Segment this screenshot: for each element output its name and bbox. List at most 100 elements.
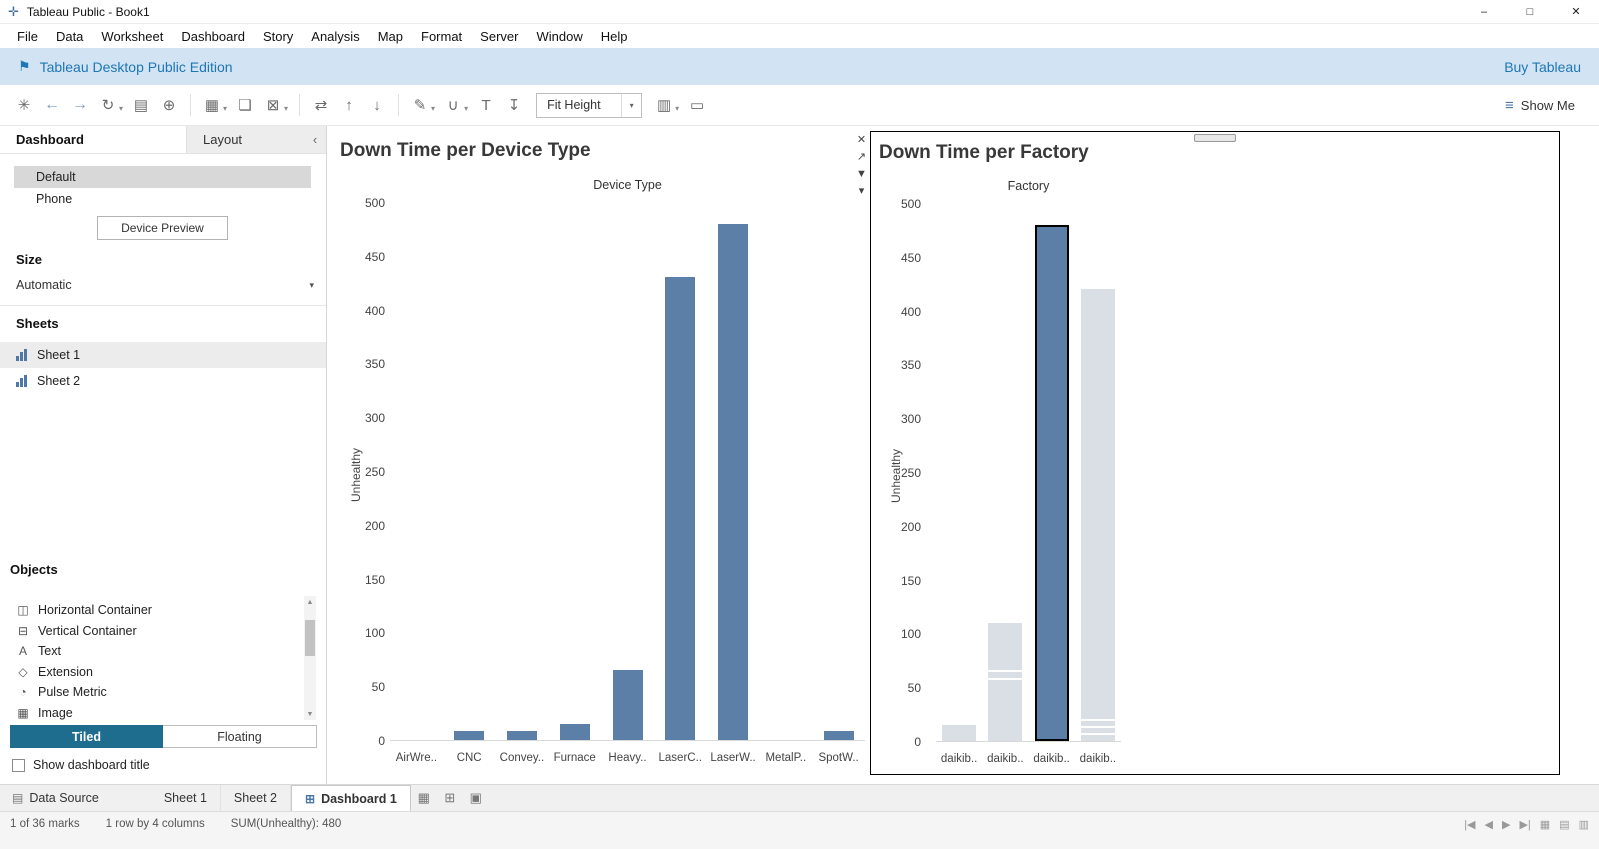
- data-source-tab[interactable]: ▤ Data Source: [0, 785, 111, 811]
- show-me-button[interactable]: ≡ Show Me: [1505, 97, 1575, 114]
- replay-icon[interactable]: ↻: [96, 92, 120, 118]
- redo-icon[interactable]: →: [68, 92, 92, 118]
- maximize-button[interactable]: □: [1507, 0, 1553, 24]
- new-dashboard-button[interactable]: ⊞: [437, 785, 463, 811]
- show-tabs-icon[interactable]: ▦: [1540, 818, 1550, 831]
- scroll-down-icon[interactable]: ▼: [304, 708, 316, 720]
- device-type-sheet-view[interactable]: Down Time per Device Type Device Type Un…: [327, 126, 867, 784]
- tab-dashboard-pane[interactable]: Dashboard: [0, 126, 186, 153]
- bar-0-daikib[interactable]: [942, 724, 977, 741]
- menu-dashboard[interactable]: Dashboard: [172, 24, 254, 48]
- device-mode-default[interactable]: Default: [14, 166, 311, 188]
- tab-layout-pane[interactable]: Layout: [186, 126, 304, 153]
- drag-handle-icon[interactable]: [1194, 134, 1236, 142]
- bar-2-daikib[interactable]: [1034, 224, 1069, 741]
- close-button[interactable]: ✕: [1553, 0, 1599, 24]
- menu-window[interactable]: Window: [527, 24, 591, 48]
- menu-help[interactable]: Help: [592, 24, 637, 48]
- fit-caret-icon[interactable]: ▾: [621, 93, 641, 117]
- menu-server[interactable]: Server: [471, 24, 527, 48]
- group-members-icon[interactable]: ∪: [441, 92, 465, 118]
- replay-caret-icon[interactable]: ▾: [119, 104, 123, 113]
- new-data-source-icon[interactable]: ⊕: [157, 92, 181, 118]
- show-cards-icon[interactable]: ▥: [652, 92, 676, 118]
- plot-area[interactable]: daikib.. daikib.. daikib.. daikib..: [936, 204, 1121, 765]
- buy-tableau-link[interactable]: Buy Tableau: [1504, 59, 1581, 75]
- object-horizontal-container[interactable]: ◫ Horizontal Container: [10, 600, 316, 621]
- object-vertical-container[interactable]: ⊟ Vertical Container: [10, 621, 316, 642]
- rows-columns-count: 1 row by 4 columns: [105, 818, 205, 830]
- clear-sheet-icon[interactable]: ⊠: [261, 92, 285, 118]
- previous-sheet-icon[interactable]: ◀: [1485, 818, 1493, 831]
- highlight-icon[interactable]: ✎: [408, 92, 432, 118]
- objects-scrollbar[interactable]: ▲ ▼: [304, 596, 316, 720]
- presentation-mode-icon[interactable]: ▭: [685, 92, 709, 118]
- tab-dashboard-1[interactable]: ⊞ Dashboard 1: [291, 785, 411, 811]
- collapse-pane-icon[interactable]: ‹: [304, 126, 326, 153]
- factory-sheet-view[interactable]: Down Time per Factory Factory Unhealthy …: [870, 131, 1560, 775]
- bar-6-laserw[interactable]: [718, 223, 749, 740]
- new-worksheet-caret-icon[interactable]: ▾: [223, 104, 227, 113]
- bar-2-convey[interactable]: [506, 731, 537, 740]
- go-to-sheet-icon[interactable]: ↗: [857, 151, 866, 163]
- size-dropdown[interactable]: Automatic ▾: [16, 274, 314, 296]
- show-cards-caret-icon[interactable]: ▾: [675, 104, 679, 113]
- object-text[interactable]: A Text: [10, 641, 316, 662]
- duplicate-icon[interactable]: ❏: [233, 92, 257, 118]
- plot-area[interactable]: AirWre.. CNC Convey.. Furnace Heavy.. LaserC.…: [390, 203, 865, 764]
- menu-data[interactable]: Data: [47, 24, 92, 48]
- menu-file[interactable]: File: [8, 24, 47, 48]
- swap-rows-columns-icon[interactable]: ⇄: [309, 92, 333, 118]
- filter-icon[interactable]: ▼: [856, 168, 867, 180]
- scroll-up-icon[interactable]: ▲: [304, 596, 316, 608]
- clear-sheet-caret-icon[interactable]: ▾: [284, 104, 288, 113]
- new-worksheet-icon[interactable]: ▦: [200, 92, 224, 118]
- fit-dropdown[interactable]: Fit Height ▾: [536, 92, 643, 118]
- bar-3-furnace[interactable]: [559, 723, 590, 740]
- start-page-icon[interactable]: ✳: [12, 92, 36, 118]
- object-extension[interactable]: ◇ Extension: [10, 662, 316, 683]
- fix-axes-icon[interactable]: ↧: [502, 92, 526, 118]
- menu-analysis[interactable]: Analysis: [302, 24, 368, 48]
- text-label-icon[interactable]: T: [474, 92, 498, 118]
- sidebar-item-sheet-2[interactable]: Sheet 2: [0, 368, 326, 394]
- scrollbar-thumb[interactable]: [305, 620, 315, 656]
- tab-sheet-2[interactable]: Sheet 2: [221, 785, 292, 811]
- first-sheet-icon[interactable]: |◀: [1464, 818, 1475, 831]
- tab-sheet-1[interactable]: Sheet 1: [151, 785, 221, 811]
- show-sheet-sorter-icon[interactable]: ▥: [1579, 818, 1589, 831]
- menu-worksheet[interactable]: Worksheet: [92, 24, 172, 48]
- highlight-caret-icon[interactable]: ▾: [431, 104, 435, 113]
- save-icon[interactable]: ▤: [129, 92, 153, 118]
- bar-1-daikib[interactable]: [988, 622, 1023, 741]
- bar-1-cnc[interactable]: [454, 731, 485, 740]
- tiled-button[interactable]: Tiled: [10, 725, 163, 748]
- group-caret-icon[interactable]: ▾: [464, 104, 468, 113]
- device-mode-phone[interactable]: Phone: [14, 188, 311, 210]
- minimize-button[interactable]: –: [1461, 0, 1507, 24]
- show-filmstrip-icon[interactable]: ▤: [1559, 818, 1569, 831]
- bar-4-heavy[interactable]: [612, 670, 643, 740]
- show-dashboard-title-checkbox[interactable]: [12, 758, 25, 772]
- object-pulse-metric[interactable]: ◔ Pulse Metric: [10, 682, 316, 703]
- menu-story[interactable]: Story: [254, 24, 302, 48]
- bar-3-daikib[interactable]: [1080, 289, 1115, 741]
- remove-sheet-icon[interactable]: ✕: [857, 134, 866, 146]
- device-preview-button[interactable]: Device Preview: [97, 216, 228, 240]
- size-caret-icon[interactable]: ▾: [309, 280, 314, 291]
- menu-map[interactable]: Map: [369, 24, 412, 48]
- next-sheet-icon[interactable]: ▶: [1502, 818, 1510, 831]
- sort-descending-icon[interactable]: ↓: [365, 92, 389, 118]
- sidebar-item-sheet-1[interactable]: Sheet 1: [0, 342, 326, 368]
- new-story-button[interactable]: ▣: [463, 785, 489, 811]
- bar-8-spotw[interactable]: [823, 731, 854, 740]
- undo-icon[interactable]: ←: [40, 92, 64, 118]
- floating-button[interactable]: Floating: [163, 725, 317, 748]
- new-worksheet-button[interactable]: ▦: [411, 785, 437, 811]
- menu-format[interactable]: Format: [412, 24, 471, 48]
- last-sheet-icon[interactable]: ▶|: [1519, 818, 1530, 831]
- bar-5-laserc[interactable]: [665, 277, 696, 740]
- more-options-caret-icon[interactable]: ▾: [859, 185, 865, 197]
- object-image[interactable]: ▦ Image: [10, 703, 316, 724]
- sort-ascending-icon[interactable]: ↑: [337, 92, 361, 118]
